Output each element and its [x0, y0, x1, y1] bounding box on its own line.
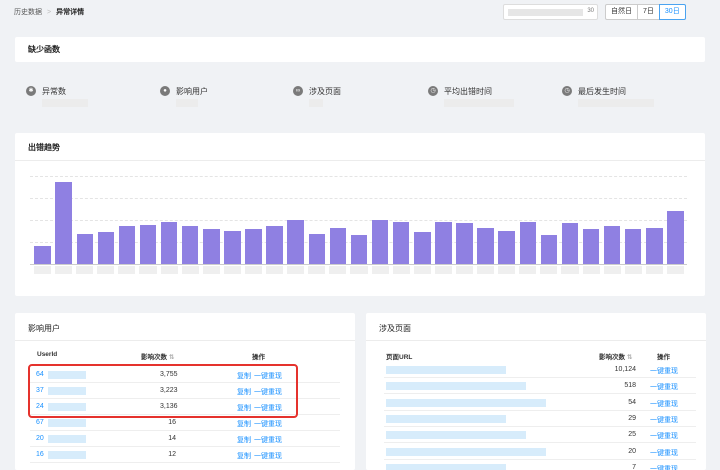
count-cell: 20 [628, 447, 636, 455]
column-header-action: 操作 [252, 354, 265, 361]
page-url-redacted[interactable] [386, 382, 526, 391]
stat-label: 异常数 [42, 87, 66, 96]
userid-link[interactable]: 67 [36, 419, 44, 426]
stat-value [42, 99, 88, 107]
count-cell: 12 [168, 451, 176, 458]
stat-label: 平均出错时间 [444, 87, 492, 96]
table-row: 16 12 复制 一键重现 [30, 447, 340, 463]
range-option-natural-day[interactable]: 自然日 [605, 4, 638, 20]
userid-link[interactable]: 20 [36, 435, 44, 442]
column-header-action: 操作 [657, 354, 670, 361]
range-option-30-days[interactable]: 30日 [658, 4, 686, 20]
breadcrumb-parent[interactable]: 历史数据 [14, 9, 42, 16]
table-row: 20 一键重现 [384, 444, 696, 460]
userid-redacted [48, 451, 86, 459]
pages-title: 涉及页面 [379, 324, 411, 333]
count-cell: 10,124 [614, 366, 636, 373]
sort-icon: ⇅ [626, 354, 633, 361]
stat-value [578, 99, 654, 107]
replay-link[interactable]: 一键重现 [254, 435, 282, 445]
divider [366, 340, 706, 341]
table-row: 25 一键重现 [384, 427, 696, 444]
count-cell: 16 [168, 419, 176, 426]
replay-link[interactable]: 一键重现 [650, 431, 678, 441]
page-url-redacted[interactable] [386, 398, 546, 407]
column-header-count-label: 影响次数 [141, 354, 167, 361]
userid-link[interactable]: 16 [36, 451, 44, 458]
date-range-picker[interactable]: 30 [503, 4, 598, 20]
column-header-page-url: 页面URL [386, 354, 413, 361]
breadcrumb-current: 异常详情 [56, 9, 85, 16]
table-row: 10,124 一键重现 [384, 362, 696, 378]
link-icon: ∞ [293, 86, 303, 96]
bug-icon: ✱ [26, 86, 36, 96]
date-range-value [508, 9, 583, 16]
range-option-7-days[interactable]: 7日 [637, 4, 660, 20]
count-cell: 25 [628, 431, 636, 439]
userid-redacted [48, 435, 86, 443]
breadcrumb-separator: > [47, 9, 52, 16]
clock-icon: ◷ [562, 86, 572, 96]
table-row: 7 一键重现 [384, 460, 696, 470]
replay-link[interactable]: 一键重现 [650, 448, 678, 458]
table-row: 54 一键重现 [384, 395, 696, 411]
stat-value [444, 99, 514, 107]
highlight-box [28, 364, 298, 418]
stat-value [176, 99, 198, 107]
user-icon: ● [160, 86, 170, 96]
replay-link[interactable]: 一键重现 [650, 366, 678, 376]
sort-icon: ⇅ [168, 354, 175, 361]
column-header-count[interactable]: 影响次数 ⇅ [599, 351, 632, 361]
page-url-redacted[interactable] [386, 463, 506, 470]
table-row: 518 一键重现 [384, 378, 696, 395]
page-url-redacted[interactable] [386, 431, 526, 440]
copy-link[interactable]: 复制 [237, 435, 251, 445]
page-url-redacted[interactable] [386, 366, 506, 374]
replay-link[interactable]: 一键重现 [254, 419, 282, 429]
stat-label: 涉及页面 [309, 87, 341, 96]
stat-label: 影响用户 [176, 87, 208, 96]
clock-icon: ◷ [428, 86, 438, 96]
count-cell: 7 [632, 463, 636, 470]
page-url-redacted[interactable] [386, 414, 506, 423]
error-trend-card: 出错趋势 [15, 133, 705, 296]
count-cell: 14 [168, 435, 176, 442]
replay-link[interactable]: 一键重现 [650, 464, 678, 470]
page-url-redacted[interactable] [386, 447, 546, 456]
column-header-count-label: 影响次数 [599, 354, 625, 361]
missing-function-card: 缺少函数 [15, 37, 705, 62]
affected-users-title: 影响用户 [28, 324, 60, 333]
column-header-count[interactable]: 影响次数 ⇅ [141, 351, 174, 361]
count-cell: 54 [628, 398, 636, 406]
userid-redacted [48, 419, 86, 427]
count-cell: 518 [624, 382, 636, 390]
stat-value [309, 99, 323, 107]
divider [15, 160, 705, 161]
replay-link[interactable]: 一键重现 [254, 451, 282, 461]
stat-label: 最后发生时间 [578, 87, 626, 96]
error-trend-title: 出错趋势 [28, 143, 60, 152]
replay-link[interactable]: 一键重现 [650, 399, 678, 409]
copy-link[interactable]: 复制 [237, 419, 251, 429]
divider [15, 340, 355, 341]
range-segmented-control: 自然日 7日 30日 [605, 4, 686, 20]
replay-link[interactable]: 一键重现 [650, 382, 678, 392]
top-bar: 历史数据 > 异常详情 30 自然日 7日 30日 [0, 0, 720, 28]
count-cell: 29 [628, 414, 636, 422]
missing-function-title: 缺少函数 [28, 45, 60, 54]
copy-link[interactable]: 复制 [237, 451, 251, 461]
table-row: 29 一键重现 [384, 411, 696, 427]
replay-link[interactable]: 一键重现 [650, 415, 678, 425]
table-row: 20 14 复制 一键重现 [30, 431, 340, 447]
column-header-userid: UserId [37, 351, 58, 358]
date-range-day: 30 [587, 8, 594, 14]
breadcrumb: 历史数据 > 异常详情 [14, 7, 84, 17]
